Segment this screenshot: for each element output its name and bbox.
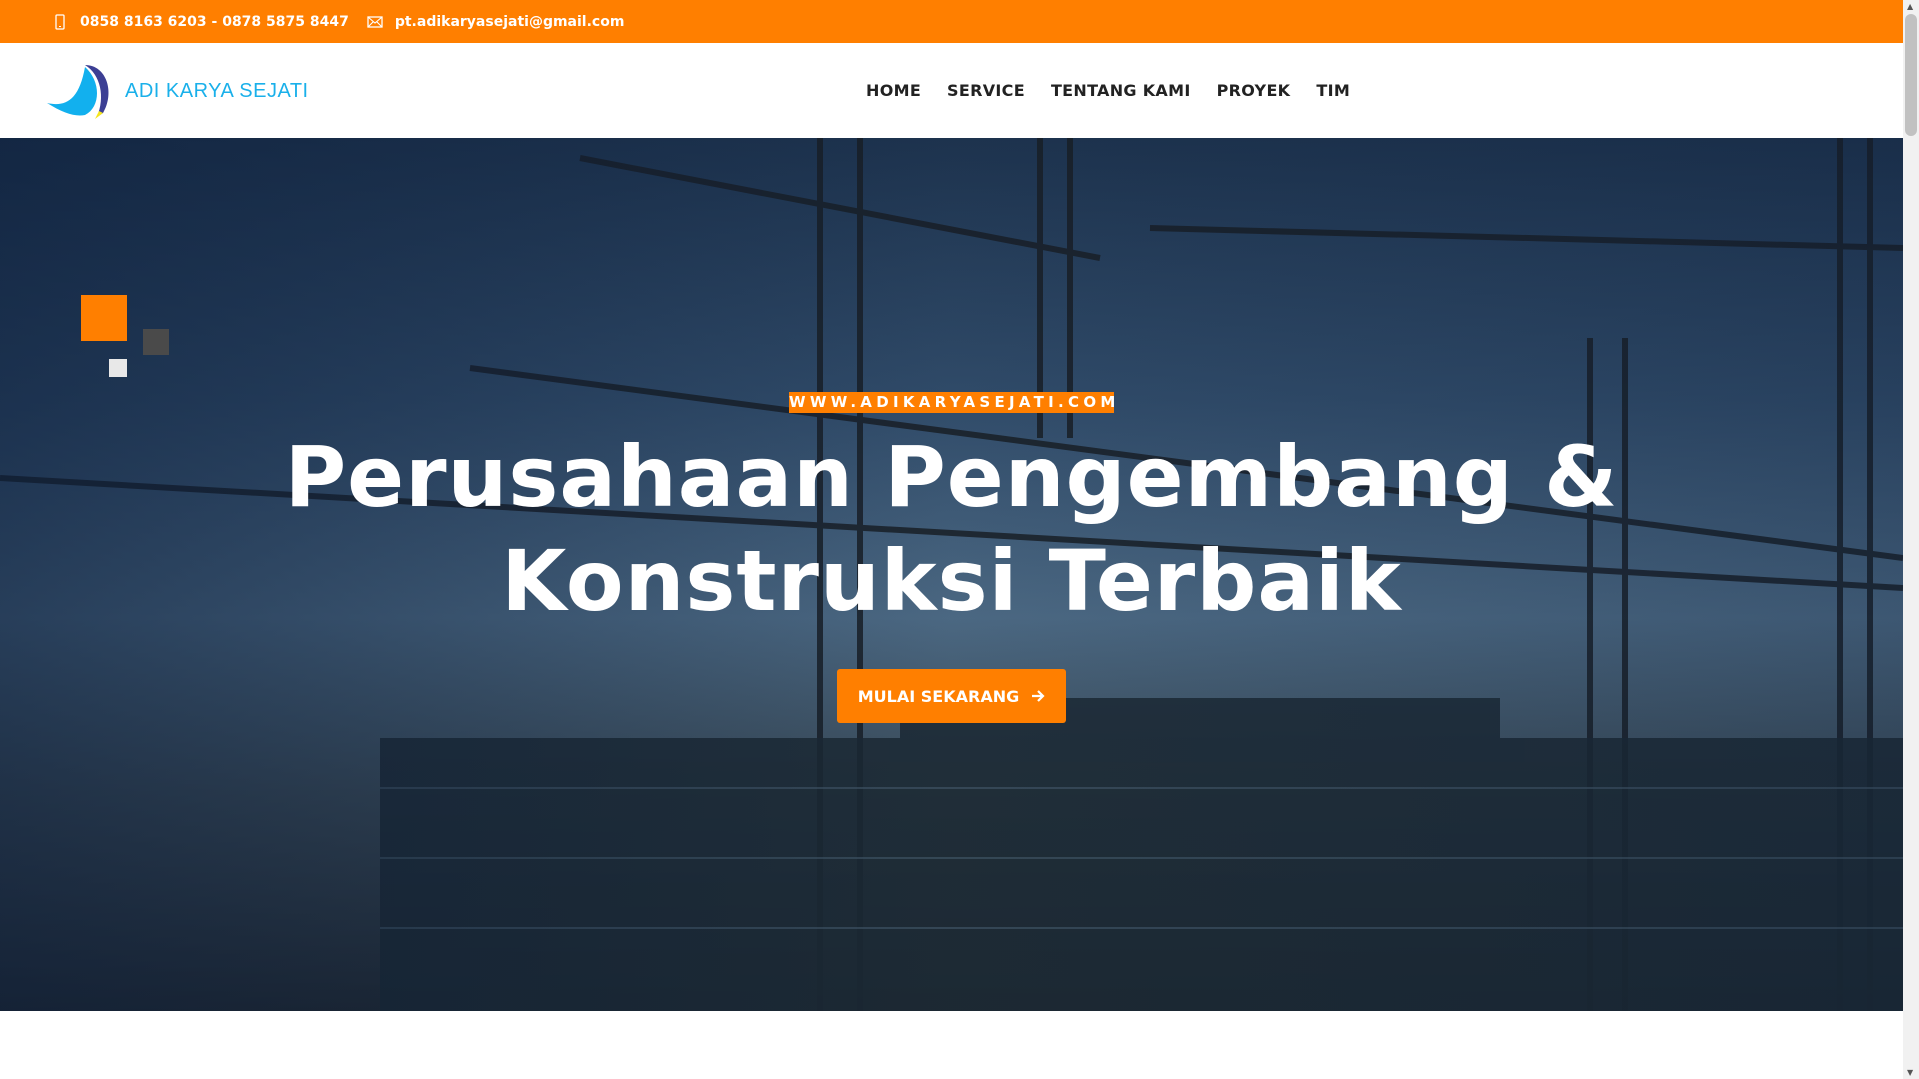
nav-tim[interactable]: TIM (1316, 81, 1350, 100)
envelope-icon (367, 15, 383, 28)
hero-title: Perusahaan Pengembang & Konstruksi Terba… (0, 425, 1903, 633)
scrollbar-thumb[interactable] (1905, 14, 1917, 136)
nav-home[interactable]: HOME (866, 81, 921, 100)
vertical-scrollbar[interactable]: ▲ ▼ (1903, 0, 1919, 1079)
nav-proyek[interactable]: PROYEK (1217, 81, 1291, 100)
cta-label: MULAI SEKARANG (857, 686, 1020, 706)
email-link[interactable]: pt.adikaryasejati@gmail.com (395, 14, 625, 30)
scroll-down-arrow-icon[interactable]: ▼ (1907, 1068, 1913, 1077)
decor-square-orange (81, 295, 127, 341)
page: 0858 8163 6203 - 0878 5875 8447 pt.adika… (0, 0, 1903, 1079)
nav-tentang-kami[interactable]: TENTANG KAMI (1051, 81, 1191, 100)
website-badge: WWW.ADIKARYASEJATI.COM (789, 392, 1120, 413)
top-contact-bar: 0858 8163 6203 - 0878 5875 8447 pt.adika… (0, 0, 1903, 43)
arrow-right-icon (1032, 690, 1045, 702)
decor-square-dark (143, 329, 169, 355)
mulai-sekarang-button[interactable]: MULAI SEKARANG (837, 669, 1066, 723)
main-nav: HOME SERVICE TENTANG KAMI PROYEK TIM (866, 43, 1350, 138)
decor-square-white (109, 359, 127, 377)
mobile-phone-icon (55, 13, 65, 30)
scroll-up-arrow-icon[interactable]: ▲ (1907, 2, 1913, 11)
hero-title-line1: Perusahaan Pengembang & (284, 428, 1619, 526)
nav-service[interactable]: SERVICE (947, 81, 1025, 100)
logo-wing-icon (47, 65, 109, 119)
hero-title-line2: Konstruksi Terbaik (501, 532, 1402, 630)
logo-text: ADI KARYA SEJATI (125, 79, 309, 102)
phone-numbers: 0858 8163 6203 - 0878 5875 8447 (80, 13, 349, 30)
site-header: ADI KARYA SEJATI HOME SERVICE TENTANG KA… (0, 43, 1903, 138)
logo[interactable]: ADI KARYA SEJATI (45, 63, 309, 119)
